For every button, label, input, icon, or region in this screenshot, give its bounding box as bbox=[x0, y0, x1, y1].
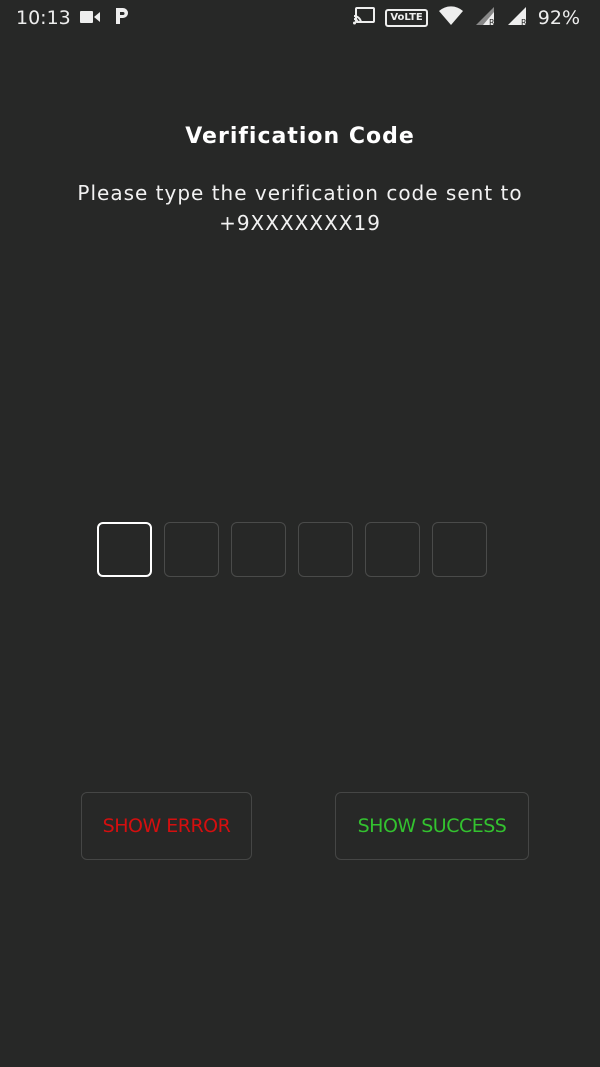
status-left-icons bbox=[80, 7, 130, 29]
video-camera-icon bbox=[80, 9, 100, 28]
code-digit-box[interactable] bbox=[231, 522, 286, 577]
phone-number: +9XXXXXXX19 bbox=[219, 211, 381, 235]
instruction-line: Please type the verification code sent t… bbox=[77, 181, 523, 205]
code-digit-box[interactable] bbox=[298, 522, 353, 577]
volte-badge: VoLTE bbox=[385, 9, 428, 27]
cast-icon bbox=[353, 7, 376, 29]
code-digit-box[interactable] bbox=[365, 522, 420, 577]
code-digit-box[interactable] bbox=[97, 522, 152, 577]
status-right-icons: VoLTE R R 92% bbox=[353, 6, 580, 30]
p-app-icon bbox=[114, 7, 130, 29]
status-bar: 10:13 VoLTE R R 92% bbox=[0, 0, 600, 36]
status-time: 10:13 bbox=[16, 7, 71, 29]
show-success-button[interactable]: SHOW SUCCESS bbox=[335, 792, 529, 860]
signal-roaming-icon: R bbox=[474, 6, 496, 30]
code-digit-box[interactable] bbox=[432, 522, 487, 577]
verification-code-input[interactable] bbox=[97, 522, 487, 577]
code-digit-box[interactable] bbox=[164, 522, 219, 577]
svg-text:R: R bbox=[521, 18, 527, 26]
show-error-button[interactable]: SHOW ERROR bbox=[81, 792, 252, 860]
svg-text:R: R bbox=[489, 18, 495, 26]
wifi-icon bbox=[438, 6, 464, 30]
signal-roaming-icon: R bbox=[506, 6, 528, 30]
battery-percentage: 92% bbox=[537, 7, 580, 29]
page-title: Verification Code bbox=[185, 124, 415, 149]
instruction-text: Please type the verification code sent t… bbox=[40, 178, 560, 238]
